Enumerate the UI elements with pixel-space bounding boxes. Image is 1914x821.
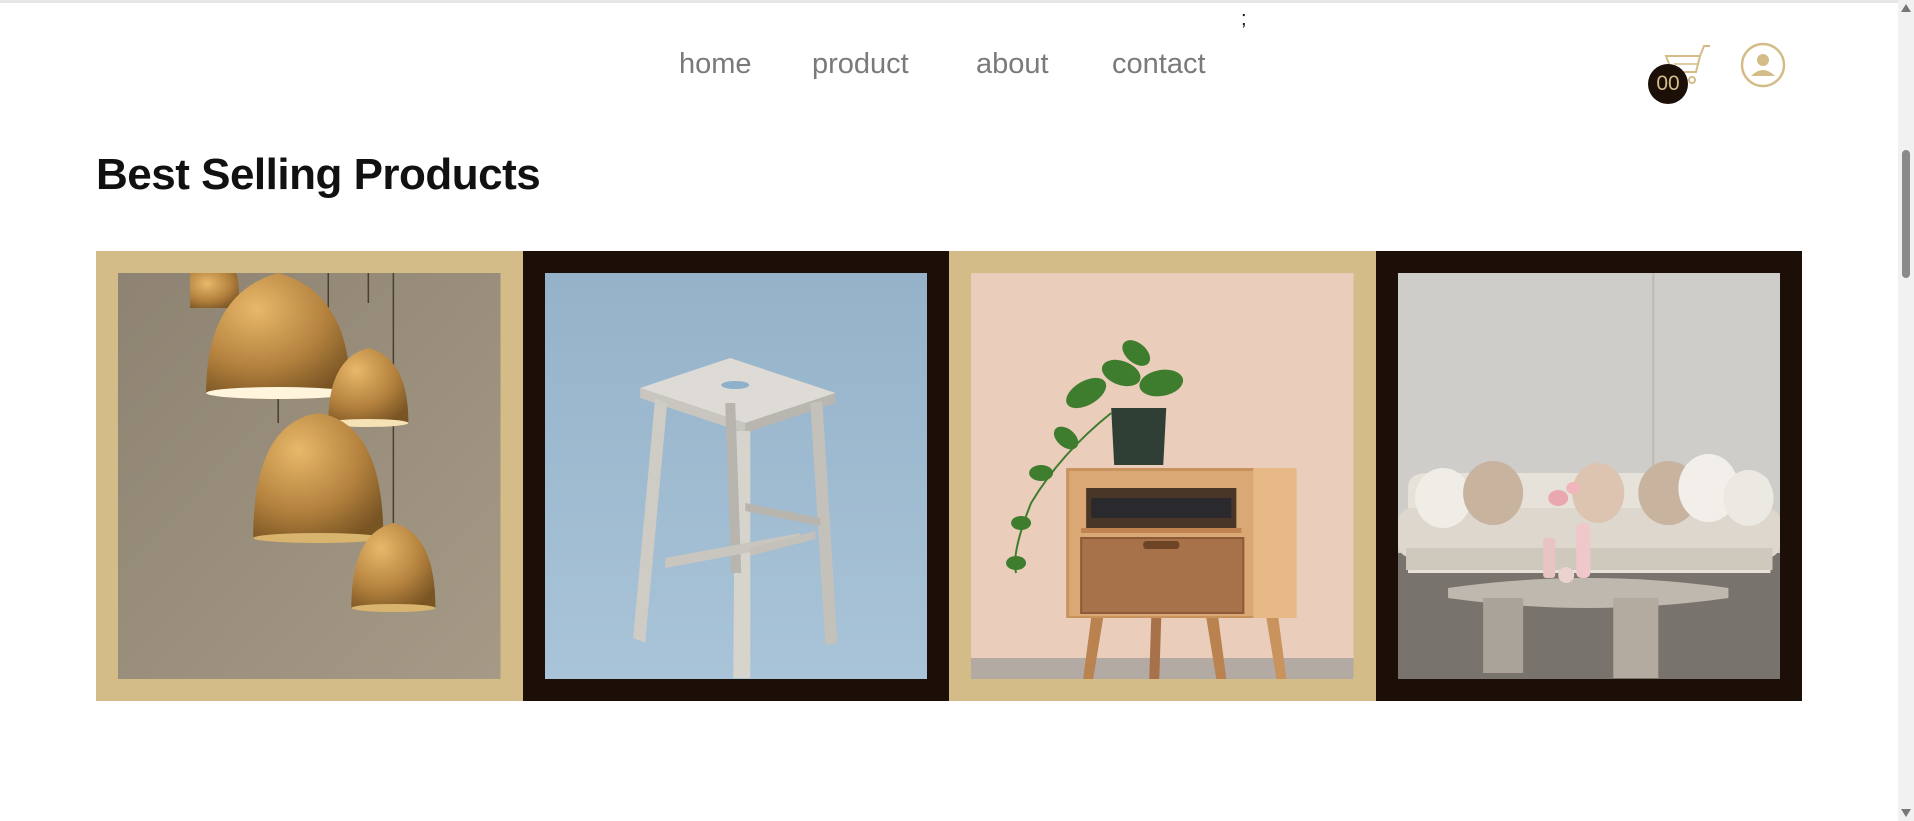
cart-button[interactable]: 00 (1644, 38, 1714, 106)
cart-count-badge: 00 (1648, 64, 1688, 104)
wooden-stool-image (544, 273, 927, 679)
nav-link-product[interactable]: product (812, 44, 909, 84)
product-card[interactable] (949, 251, 1376, 701)
scroll-down-arrow-icon[interactable] (1901, 809, 1911, 817)
top-border (0, 0, 1898, 3)
pendant-lamps-image (118, 273, 501, 679)
scroll-thumb[interactable] (1902, 150, 1910, 278)
nav-link-contact[interactable]: contact (1112, 44, 1206, 84)
product-card[interactable] (96, 251, 523, 701)
user-circle-icon (1740, 42, 1786, 88)
user-account-button[interactable] (1740, 42, 1786, 88)
stray-text: ; (1241, 8, 1247, 30)
nav-link-home[interactable]: home (679, 44, 752, 84)
product-card[interactable] (522, 251, 949, 701)
nav-link-about[interactable]: about (976, 44, 1049, 84)
nightstand-plant-image (971, 273, 1354, 679)
product-card[interactable] (1375, 251, 1802, 701)
sofa-table-image (1397, 273, 1780, 679)
vertical-scrollbar[interactable] (1898, 0, 1914, 821)
product-grid (96, 251, 1802, 701)
scroll-up-arrow-icon[interactable] (1901, 4, 1911, 12)
main-nav: home product about contact (0, 44, 1898, 84)
section-title: Best Selling Products (96, 150, 541, 199)
